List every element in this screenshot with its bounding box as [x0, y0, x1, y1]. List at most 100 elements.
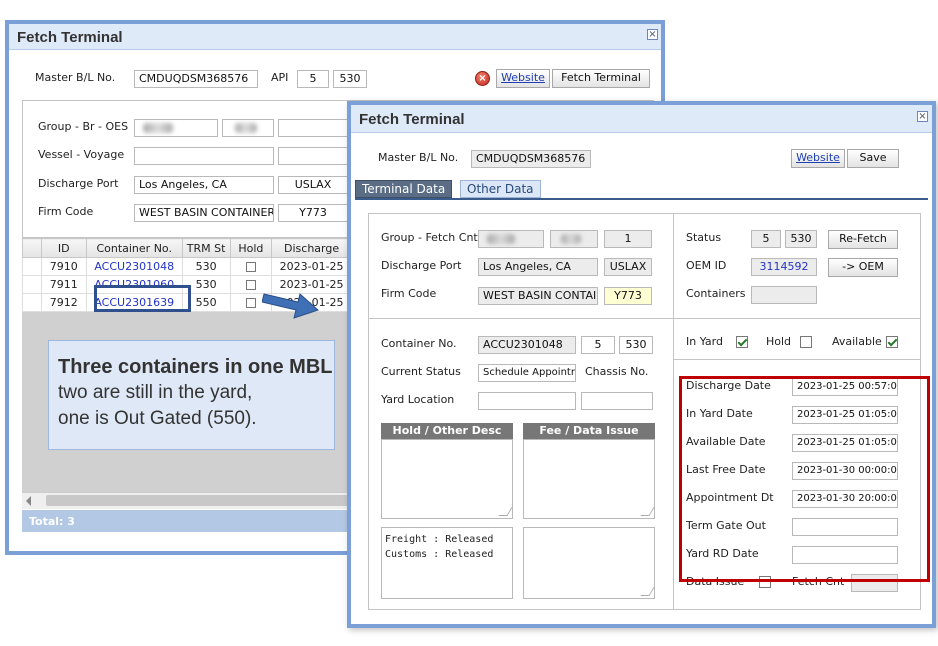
row-trm: 530: [181, 257, 231, 276]
refetch-button[interactable]: Re-Fetch: [828, 230, 898, 249]
front-save-button[interactable]: Save: [847, 149, 899, 168]
front-group-input-2[interactable]: [550, 230, 598, 248]
callout-line-1: Three containers in one MBL: [58, 356, 333, 378]
in-yard-checkbox[interactable]: [736, 336, 748, 348]
yard-location-input[interactable]: [478, 392, 576, 410]
row-id: 7912: [40, 293, 87, 312]
hold-checkbox[interactable]: [245, 298, 256, 308]
in-yard-label: In Yard: [686, 335, 723, 348]
back-close-icon[interactable]: ×: [647, 29, 658, 40]
panel-right-horizontal-divider-2: [673, 359, 921, 360]
back-group-input-2[interactable]: [222, 119, 274, 137]
tab-strip-line: [355, 198, 928, 200]
row-id: 7911: [40, 275, 87, 294]
grid-header-spacer: [22, 238, 42, 258]
oem-button[interactable]: -> OEM: [828, 258, 898, 277]
hold-checkbox[interactable]: [245, 262, 256, 272]
tab-other-data[interactable]: Other Data: [460, 180, 541, 198]
available-label: Available: [832, 335, 882, 348]
hold-checkbox[interactable]: [245, 280, 256, 290]
scroll-left-icon[interactable]: [26, 496, 31, 506]
front-group-count[interactable]: 1: [604, 230, 652, 248]
back-api-input-2[interactable]: 530: [333, 70, 367, 88]
hold-checkbox[interactable]: [800, 336, 812, 348]
container-no-input[interactable]: ACCU2301048: [478, 336, 576, 354]
available-checkbox[interactable]: [886, 336, 898, 348]
back-group-label: Group - Br - OES: [38, 120, 129, 133]
back-window-title: Fetch Terminal: [9, 24, 661, 50]
back-master-bl-input[interactable]: CMDUQDSM368576: [134, 70, 258, 88]
front-close-icon[interactable]: ×: [917, 111, 928, 122]
front-firm-code-input[interactable]: WEST BASIN CONTAINE: [478, 287, 598, 305]
back-voyage-input[interactable]: [278, 147, 348, 165]
oem-id-label: OEM ID: [686, 259, 727, 272]
freight-customs-textarea[interactable]: Freight : Released Customs : Released: [381, 527, 513, 599]
row-spacer: [22, 275, 42, 294]
front-window-title: Fetch Terminal: [351, 105, 932, 133]
arrow-icon: [262, 293, 319, 319]
back-website-button[interactable]: Website: [496, 69, 550, 88]
chassis-label: Chassis No.: [585, 365, 649, 378]
fee-issue-textarea[interactable]: [523, 439, 655, 519]
panel-right-horizontal-divider: [673, 318, 921, 319]
callout-line-3: one is Out Gated (550).: [58, 408, 257, 429]
front-website-button[interactable]: Website: [791, 149, 845, 168]
back-firm-code-code[interactable]: Y773: [278, 204, 348, 222]
panel-left-horizontal-divider: [368, 318, 673, 319]
back-vessel-label: Vessel - Voyage: [38, 148, 125, 161]
fee-issue-header: Fee / Data Issue: [523, 423, 655, 439]
back-discharge-port-code[interactable]: USLAX: [278, 176, 348, 194]
grid-header-id[interactable]: ID: [40, 238, 87, 258]
back-firm-code-input[interactable]: WEST BASIN CONTAINER B: [134, 204, 274, 222]
grid-header-trm[interactable]: TRM St: [181, 238, 231, 258]
oem-id-input[interactable]: 3114592: [751, 258, 817, 276]
scrollbar-thumb[interactable]: [46, 495, 366, 506]
callout-line-2: two are still in the yard,: [58, 382, 253, 403]
front-firm-code-code[interactable]: Y773: [604, 287, 652, 305]
front-master-bl-input[interactable]: CMDUQDSM368576: [471, 150, 591, 168]
front-discharge-port-label: Discharge Port: [381, 259, 462, 272]
table-row[interactable]: 7910 ACCU2301048 530 2023-01-25: [22, 257, 352, 276]
fee-notes-textarea[interactable]: [523, 527, 655, 599]
back-fetch-terminal-button[interactable]: Fetch Terminal: [552, 69, 650, 88]
back-vessel-input[interactable]: [134, 147, 274, 165]
row-discharge: 2023-01-25: [271, 257, 352, 276]
front-discharge-port-input[interactable]: Los Angeles, CA: [478, 258, 598, 276]
back-group-input-1[interactable]: [134, 119, 218, 137]
hold-label: Hold: [766, 335, 792, 348]
grid-header-hold[interactable]: Hold: [229, 238, 273, 258]
current-status-input[interactable]: Schedule Appointme: [478, 364, 576, 382]
front-group-input-1[interactable]: [478, 230, 544, 248]
yard-location-label: Yard Location: [381, 393, 455, 406]
containers-input[interactable]: [751, 286, 817, 304]
back-discharge-port-input[interactable]: Los Angeles, CA: [134, 176, 274, 194]
hold-desc-header: Hold / Other Desc: [381, 423, 513, 439]
error-icon[interactable]: ×: [475, 71, 490, 86]
container-val-1[interactable]: 5: [581, 336, 615, 354]
tab-terminal-data[interactable]: Terminal Data: [355, 180, 453, 198]
grid-header-row: ID Container No. TRM St Hold Discharge: [22, 238, 352, 258]
grid-header-discharge[interactable]: Discharge: [271, 238, 352, 258]
back-api-input-1[interactable]: 5: [297, 70, 329, 88]
back-discharge-port-label: Discharge Port: [38, 177, 119, 190]
panel-vertical-divider: [673, 213, 674, 610]
chassis-input[interactable]: [581, 392, 653, 410]
container-no-label: Container No.: [381, 337, 457, 350]
grid-header-container[interactable]: Container No.: [85, 238, 183, 258]
total-count: Total: 3: [29, 515, 75, 528]
hold-desc-textarea[interactable]: [381, 439, 513, 519]
status-input-1[interactable]: 5: [751, 230, 781, 248]
front-master-bl-label: Master B/L No.: [378, 151, 459, 164]
front-discharge-port-code[interactable]: USLAX: [604, 258, 652, 276]
blue-highlight-box: [94, 285, 191, 312]
back-group-input-3[interactable]: [278, 119, 348, 137]
containers-label: Containers: [686, 287, 746, 300]
container-val-2[interactable]: 530: [619, 336, 653, 354]
row-container-link[interactable]: ACCU2301048: [85, 257, 183, 276]
row-spacer: [22, 293, 42, 312]
row-spacer: [22, 257, 42, 276]
front-group-label: Group - Fetch Cnt: [381, 231, 478, 244]
back-api-label: API: [271, 71, 289, 84]
status-input-2[interactable]: 530: [785, 230, 817, 248]
row-hold[interactable]: [229, 257, 273, 276]
